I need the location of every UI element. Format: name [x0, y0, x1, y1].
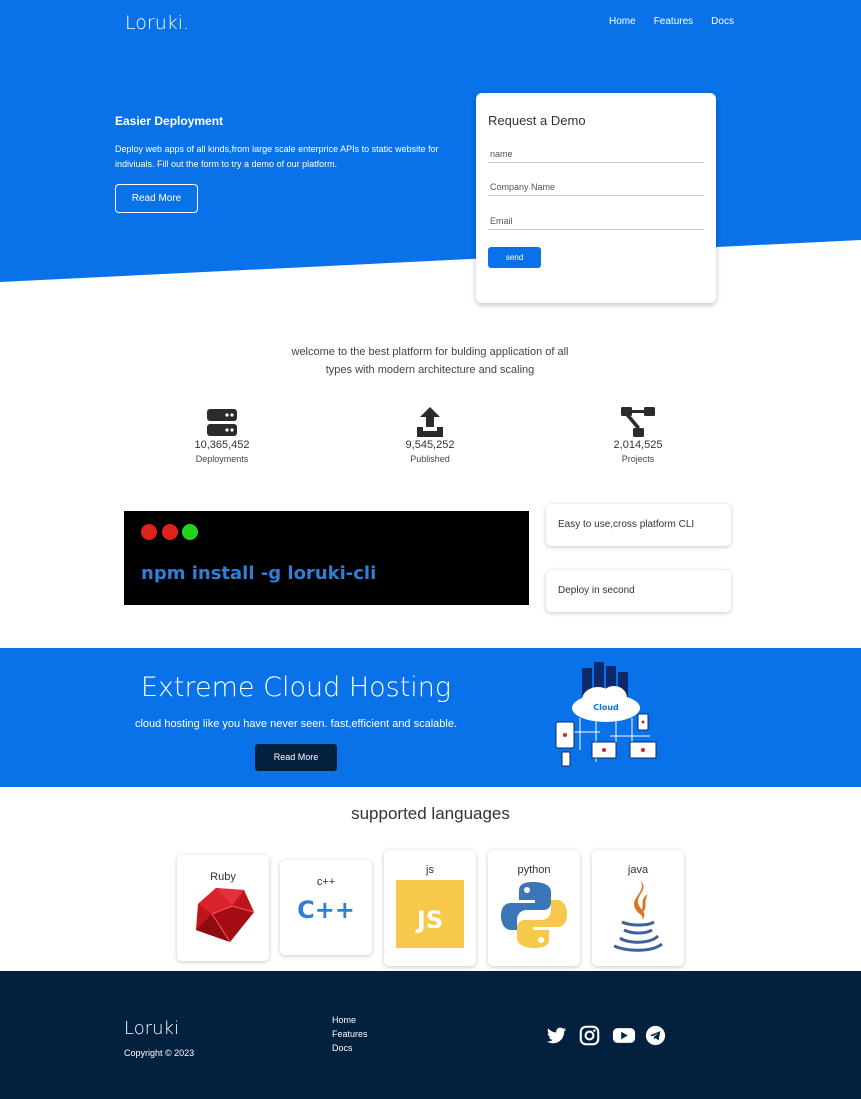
stat-value: 9,545,252: [405, 439, 455, 451]
feature-card-deploy: Deploy in second: [546, 570, 731, 612]
terminal-dot-green: [182, 524, 198, 540]
cloud-section: Extreme Cloud Hosting cloud hosting like…: [0, 648, 861, 787]
cloud-text: cloud hosting like you have never seen. …: [134, 718, 458, 730]
youtube-icon[interactable]: [612, 1025, 636, 1046]
stat-value: 2,014,525: [613, 439, 663, 451]
stat-label: Projects: [621, 454, 655, 464]
telegram-icon[interactable]: [645, 1025, 666, 1046]
cloud-read-more-button[interactable]: Read More: [255, 744, 337, 771]
server-icon: [162, 405, 282, 437]
stat-published: 9,545,252 Published: [370, 405, 490, 464]
footer-link-features[interactable]: Features: [332, 1029, 368, 1039]
hero-text: Deploy web apps of all kinds,from large …: [115, 144, 439, 169]
feature-card-cli: Easy to use,cross platform CLI: [546, 504, 731, 546]
hero-section: Loruki. Home Features Docs Easier Deploy…: [0, 0, 861, 303]
footer-logo[interactable]: Loruki: [124, 1018, 179, 1039]
language-name: c++: [316, 876, 336, 888]
email-field[interactable]: Email: [488, 212, 704, 230]
nav-link-features[interactable]: Features: [654, 16, 693, 27]
project-diagram-icon: [578, 405, 698, 437]
cli-terminal: npm install -g loruki-cli: [124, 511, 529, 605]
terminal-dot-red: [162, 524, 178, 540]
language-name: python: [517, 864, 551, 876]
python-icon: [501, 882, 567, 948]
name-field[interactable]: name: [488, 145, 704, 163]
terminal-command: npm install -g loruki-cli: [141, 563, 377, 584]
social-links: [546, 1025, 666, 1046]
footer: Loruki Copyright © 2023 Home Features Do…: [0, 971, 861, 1099]
cpp-icon: C++: [297, 896, 355, 924]
java-icon: [613, 880, 663, 952]
js-icon: JS: [396, 880, 464, 948]
request-demo-card: Request a Demo name Company Name Email s…: [476, 93, 716, 303]
cloud-hosting-illustration: Cloud: [555, 662, 657, 767]
upload-icon: [370, 405, 490, 437]
stat-deployments: 10,365,452 Deployments: [162, 405, 282, 464]
cloud-title: Extreme Cloud Hosting: [140, 672, 452, 703]
hero-title: Easier Deployment: [115, 114, 224, 128]
instagram-icon[interactable]: [579, 1025, 600, 1046]
hero-read-more-button[interactable]: Read More: [115, 184, 198, 213]
language-name: js: [426, 864, 434, 876]
nav-link-docs[interactable]: Docs: [711, 16, 734, 27]
language-name: java: [627, 864, 649, 876]
footer-link-docs[interactable]: Docs: [332, 1043, 368, 1053]
stat-label: Published: [410, 454, 450, 464]
site-logo[interactable]: Loruki.: [125, 12, 189, 34]
language-card-js: js JS: [384, 850, 476, 966]
language-card-python: python: [488, 850, 580, 966]
stat-value: 10,365,452: [194, 439, 250, 451]
language-card-cpp: c++ C++: [280, 860, 372, 955]
send-button[interactable]: send: [488, 247, 541, 268]
footer-link-home[interactable]: Home: [332, 1015, 368, 1025]
twitter-icon[interactable]: [546, 1025, 567, 1046]
terminal-dot-red: [141, 524, 157, 540]
languages-title: supported languages: [351, 804, 510, 823]
stat-projects: 2,014,525 Projects: [578, 405, 698, 464]
stat-label: Deployments: [195, 454, 249, 464]
footer-links: Home Features Docs: [332, 1015, 368, 1057]
main-nav: Home Features Docs: [609, 16, 752, 27]
company-name-field[interactable]: Company Name: [488, 178, 704, 196]
language-card-java: java: [592, 850, 684, 966]
welcome-text: welcome to the best platform for bulding…: [291, 346, 569, 376]
nav-link-home[interactable]: Home: [609, 16, 636, 27]
copyright: Copyright © 2023: [124, 1048, 195, 1058]
language-name: Ruby: [210, 871, 236, 883]
ruby-icon: [196, 888, 255, 943]
demo-title: Request a Demo: [488, 113, 586, 128]
cloud-illustration-label: Cloud: [593, 703, 619, 712]
language-card-ruby: Ruby: [177, 855, 269, 961]
